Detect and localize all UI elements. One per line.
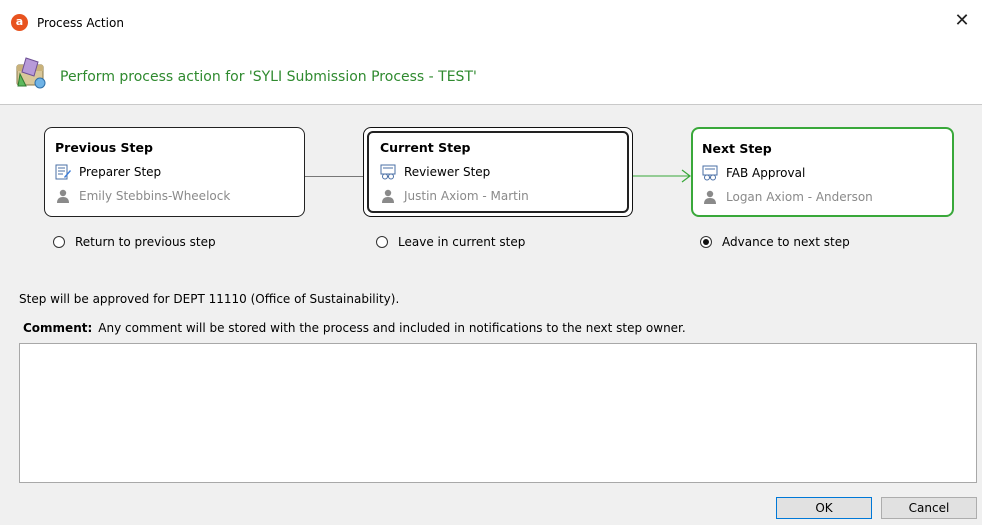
review-icon — [380, 164, 396, 180]
previous-step-owner-row: Emily Stebbins-Wheelock — [55, 188, 230, 204]
previous-step-name-row: Preparer Step — [55, 164, 161, 180]
next-step-owner-row: Logan Axiom - Anderson — [702, 189, 873, 205]
dialog-header: Perform process action for 'SYLI Submiss… — [0, 46, 982, 105]
previous-step-card: Previous Step Preparer Step Emily Stebbi… — [44, 127, 305, 217]
dialog-body: Previous Step Preparer Step Emily Stebbi… — [0, 105, 982, 525]
current-step-owner-row: Justin Axiom - Martin — [380, 188, 529, 204]
current-step-name: Reviewer Step — [404, 165, 491, 179]
advance-next-radio[interactable] — [700, 236, 712, 248]
current-step-name-row: Reviewer Step — [380, 164, 490, 180]
previous-step-name: Preparer Step — [79, 165, 162, 179]
cancel-button[interactable]: Cancel — [881, 497, 977, 519]
user-icon — [704, 190, 716, 204]
close-icon[interactable]: ✕ — [950, 10, 974, 34]
leave-current-label[interactable]: Leave in current step — [398, 235, 525, 249]
next-step-heading: Next Step — [702, 141, 772, 156]
user-icon — [382, 189, 394, 203]
comment-hint: Any comment will be stored with the proc… — [98, 321, 686, 335]
connector-prev-current — [305, 176, 363, 177]
previous-step-owner: Emily Stebbins-Wheelock — [79, 189, 231, 203]
previous-step-heading: Previous Step — [55, 140, 153, 155]
current-step-owner: Justin Axiom - Martin — [404, 189, 529, 203]
user-icon — [57, 189, 69, 203]
next-step-card: Next Step FAB Approval Logan Axiom - And… — [691, 127, 954, 217]
advance-next-option[interactable]: Advance to next step — [700, 235, 850, 249]
ok-button[interactable]: OK — [776, 497, 872, 519]
return-previous-option[interactable]: Return to previous step — [53, 235, 216, 249]
leave-current-option[interactable]: Leave in current step — [376, 235, 525, 249]
approval-note: Step will be approved for DEPT 11110 (Of… — [19, 292, 400, 306]
current-step-card: Current Step Reviewer Step Justin Axiom … — [363, 127, 633, 217]
advance-next-label[interactable]: Advance to next step — [722, 235, 850, 249]
form-edit-icon — [55, 164, 71, 180]
next-step-owner: Logan Axiom - Anderson — [726, 190, 873, 204]
header-title: Perform process action for 'SYLI Submiss… — [60, 69, 477, 85]
next-step-name: FAB Approval — [726, 166, 806, 180]
window-title: Process Action — [37, 16, 124, 30]
title-bar: a Process Action ✕ — [0, 0, 982, 46]
leave-current-radio[interactable] — [376, 236, 388, 248]
return-previous-label[interactable]: Return to previous step — [75, 235, 216, 249]
review-icon — [702, 165, 718, 181]
next-step-name-row: FAB Approval — [702, 165, 805, 181]
comment-label: Comment: — [23, 321, 93, 335]
app-logo-icon: a — [11, 14, 28, 31]
return-previous-radio[interactable] — [53, 236, 65, 248]
comment-label-row: Comment: Any comment will be stored with … — [23, 321, 686, 335]
process-action-icon — [16, 57, 46, 89]
arrow-current-next — [633, 169, 691, 183]
current-step-heading: Current Step — [380, 140, 471, 155]
comment-textarea[interactable] — [19, 343, 977, 483]
